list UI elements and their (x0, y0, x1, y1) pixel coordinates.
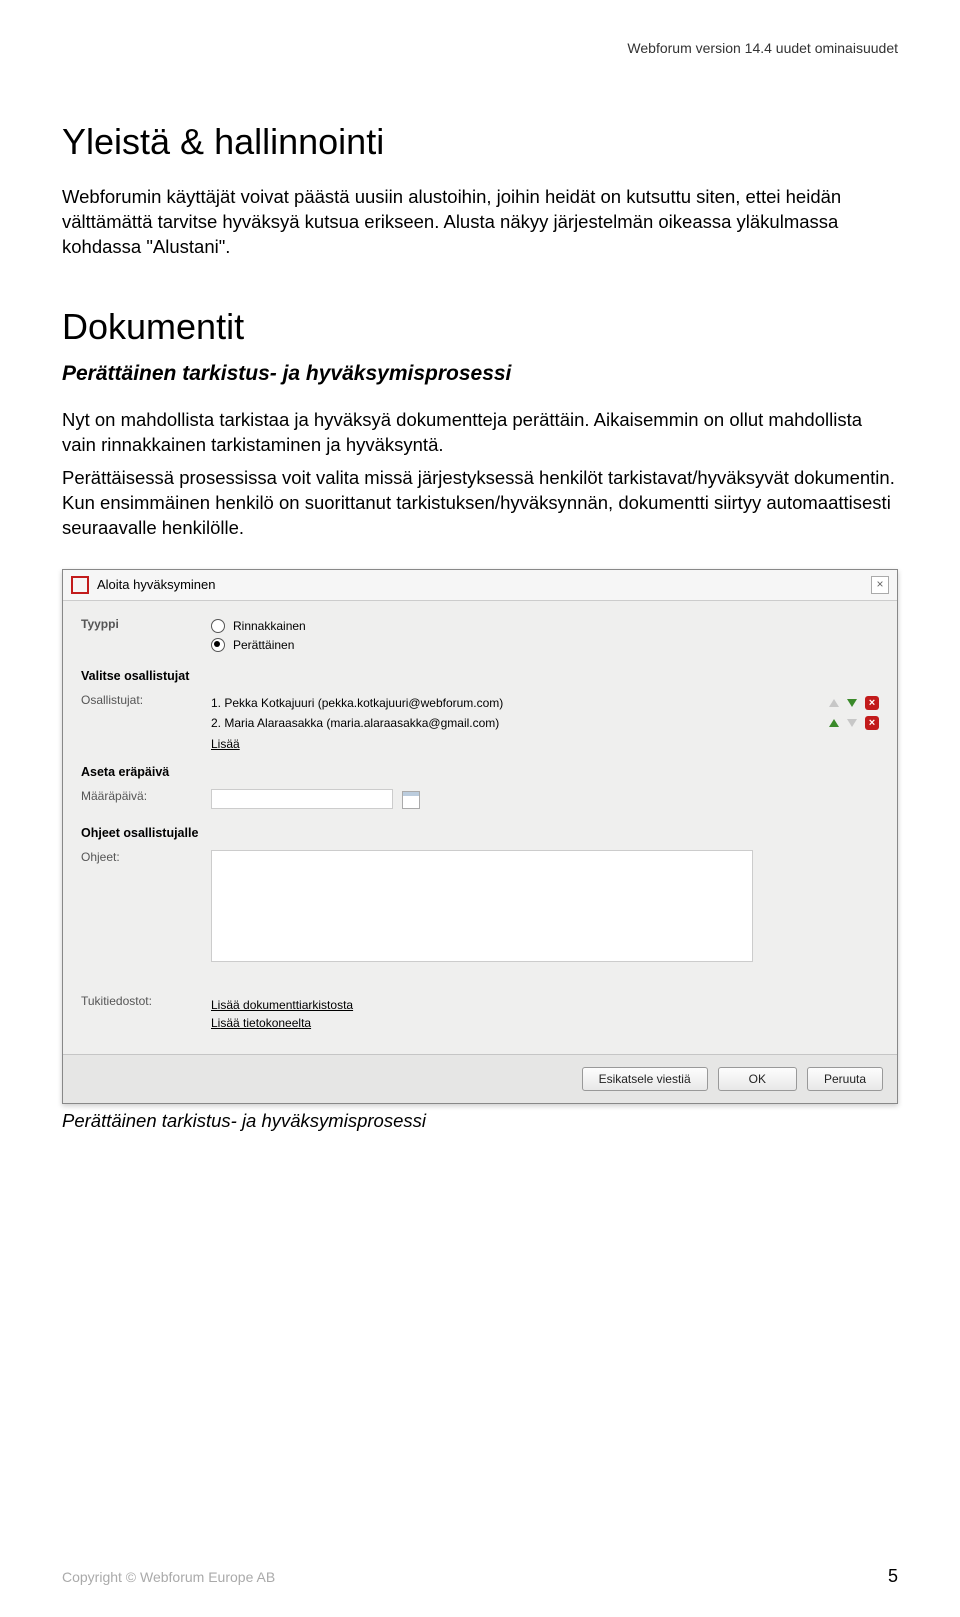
paragraph-general-admin: Webforumin käyttäjät voivat päästä uusii… (62, 185, 898, 260)
support-files-label: Tukitiedostot: (81, 994, 211, 1008)
subheading-sequential-review: Perättäinen tarkistus- ja hyväksymispros… (62, 362, 898, 386)
heading-documents: Dokumentit (62, 306, 898, 348)
cancel-button[interactable]: Peruuta (807, 1067, 883, 1091)
move-down-icon[interactable] (847, 699, 857, 707)
participant-name: 1. Pekka Kotkajuuri (pekka.kotkajuuri@we… (211, 696, 829, 710)
app-logo-icon (71, 576, 89, 594)
page-number: 5 (888, 1566, 898, 1587)
radio-icon (211, 638, 225, 652)
dialog-title: Aloita hyväksyminen (97, 577, 216, 592)
close-icon[interactable]: × (871, 576, 889, 594)
remove-icon[interactable]: × (865, 696, 879, 710)
move-up-icon[interactable] (829, 719, 839, 727)
move-down-icon[interactable] (847, 719, 857, 727)
participant-row: 1. Pekka Kotkajuuri (pekka.kotkajuuri@we… (211, 693, 879, 713)
figure-caption: Perättäinen tarkistus- ja hyväksymispros… (62, 1110, 898, 1132)
radio-sequential[interactable]: Perättäinen (211, 638, 294, 652)
ok-button[interactable]: OK (718, 1067, 797, 1091)
participant-row: 2. Maria Alaraasakka (maria.alaraasakka@… (211, 713, 879, 733)
radio-sequential-label: Perättäinen (233, 638, 294, 652)
instructions-label: Ohjeet: (81, 850, 211, 864)
approval-dialog: Aloita hyväksyminen × Tyyppi Rinnakkaine… (62, 569, 898, 1104)
participant-name: 2. Maria Alaraasakka (maria.alaraasakka@… (211, 716, 829, 730)
section-select-participants: Valitse osallistujat (81, 669, 879, 683)
paragraph-seq-2: Perättäisessä prosessissa voit valita mi… (62, 466, 898, 541)
move-up-icon[interactable] (829, 699, 839, 707)
radio-parallel-label: Rinnakkainen (233, 619, 306, 633)
running-header: Webforum version 14.4 uudet ominaisuudet (62, 40, 898, 56)
due-date-label: Määräpäivä: (81, 789, 211, 803)
instructions-textarea[interactable] (211, 850, 753, 962)
dialog-titlebar: Aloita hyväksyminen × (63, 570, 897, 601)
paragraph-seq-1: Nyt on mahdollista tarkistaa ja hyväksyä… (62, 408, 898, 458)
preview-message-button[interactable]: Esikatsele viestiä (582, 1067, 708, 1091)
type-label: Tyyppi (81, 617, 211, 631)
radio-icon (211, 619, 225, 633)
participants-label: Osallistujat: (81, 693, 211, 707)
add-from-archive-link[interactable]: Lisää dokumenttiarkistosta (211, 998, 353, 1012)
add-from-computer-link[interactable]: Lisää tietokoneelta (211, 1016, 311, 1030)
due-date-input[interactable] (211, 789, 393, 809)
section-due-date: Aseta eräpäivä (81, 765, 879, 779)
radio-parallel[interactable]: Rinnakkainen (211, 619, 306, 633)
copyright: Copyright © Webforum Europe AB (62, 1569, 275, 1585)
heading-general-admin: Yleistä & hallinnointi (62, 121, 898, 163)
calendar-icon[interactable] (402, 791, 420, 809)
section-instructions: Ohjeet osallistujalle (81, 826, 879, 840)
remove-icon[interactable]: × (865, 716, 879, 730)
dialog-footer: Esikatsele viestiä OK Peruuta (63, 1054, 897, 1103)
add-participant-link[interactable]: Lisää (211, 737, 240, 751)
